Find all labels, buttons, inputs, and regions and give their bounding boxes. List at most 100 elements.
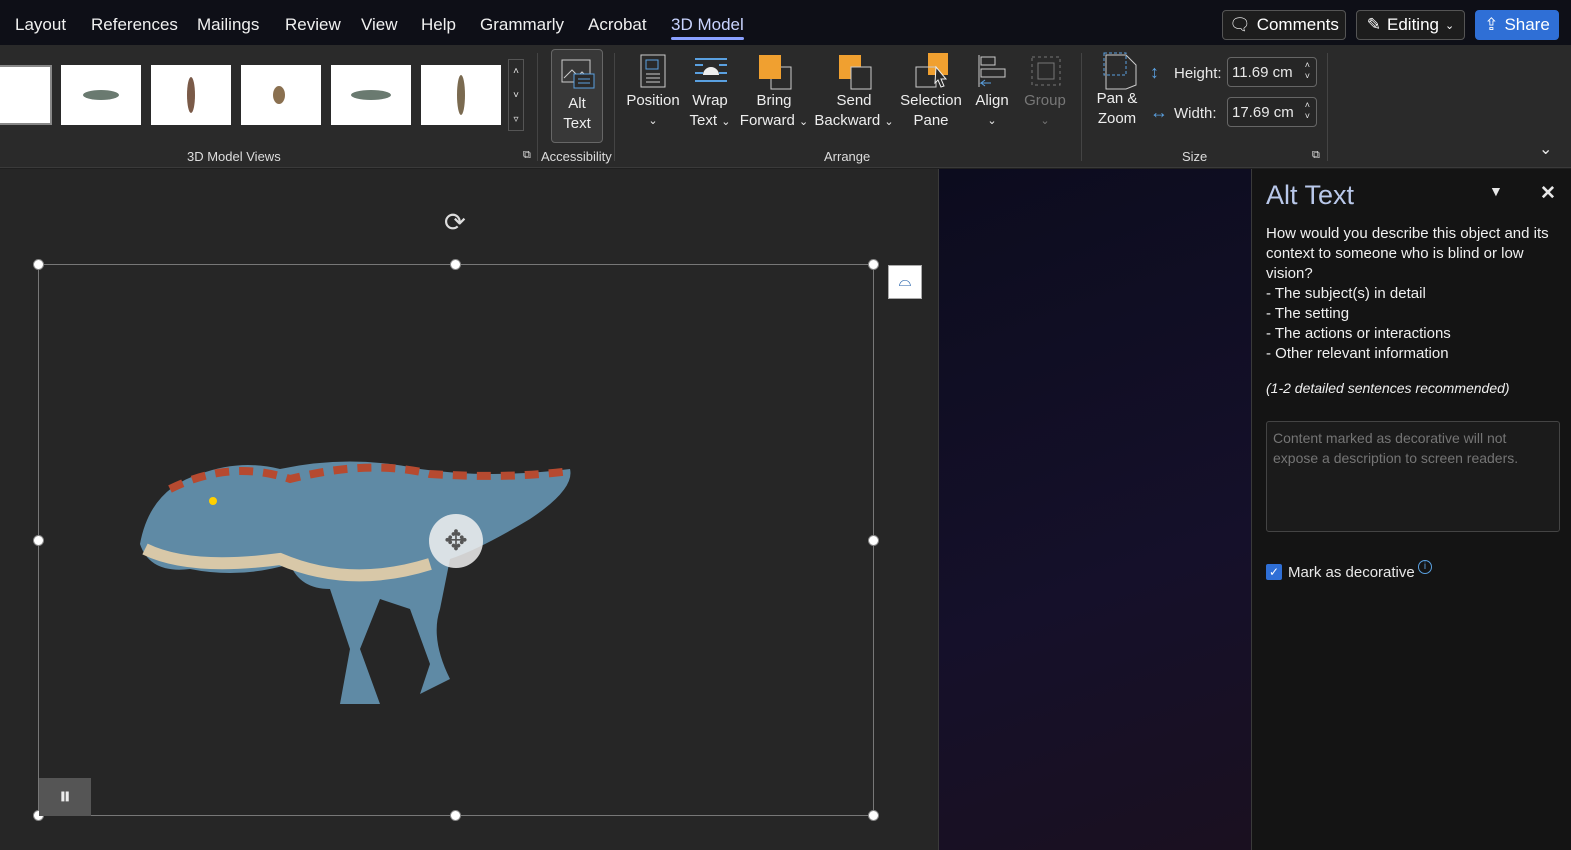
tab-grammarly[interactable]: Grammarly bbox=[480, 15, 564, 35]
tab-acrobat[interactable]: Acrobat bbox=[588, 15, 647, 35]
width-label: Width: bbox=[1174, 105, 1217, 122]
view-thumbnail[interactable] bbox=[151, 65, 231, 125]
gallery-scroll[interactable]: ˄ ˅ ▿ bbox=[508, 59, 524, 131]
pan-zoom-button[interactable]: Pan & Zoom bbox=[1093, 51, 1141, 129]
dialog-launcher-icon[interactable]: ⧉ bbox=[523, 149, 531, 162]
tab-review[interactable]: Review bbox=[285, 15, 341, 35]
chevron-down-icon: ⌄ bbox=[884, 116, 894, 128]
t-rex-3d-model bbox=[140, 461, 571, 704]
bring-forward-icon bbox=[757, 53, 792, 90]
tab-help[interactable]: Help bbox=[421, 15, 456, 35]
chevron-down-icon: ⌄ bbox=[721, 116, 731, 128]
3d-rotate-control-icon[interactable]: ✥ bbox=[429, 514, 483, 568]
group-label: Group bbox=[1024, 92, 1066, 109]
view-thumbnail[interactable] bbox=[61, 65, 141, 125]
group-icon bbox=[1028, 53, 1062, 89]
alt-text-input[interactable] bbox=[1266, 421, 1560, 532]
layout-options-icon[interactable]: ⌓ bbox=[888, 265, 922, 299]
view-thumbnail[interactable] bbox=[0, 65, 52, 125]
editing-label: Editing bbox=[1387, 15, 1439, 34]
width-icon: ↔ bbox=[1150, 102, 1168, 122]
group-button[interactable]: Group ⌄ bbox=[1022, 53, 1068, 131]
send-backward-button[interactable]: Send Backward ⌄ bbox=[814, 53, 894, 132]
group-label-arrange: Arrange bbox=[824, 149, 871, 164]
resize-handle[interactable] bbox=[868, 810, 879, 821]
height-input[interactable]: 11.69 cm ˄ ˅ bbox=[1227, 57, 1317, 87]
resize-handle[interactable] bbox=[33, 259, 44, 270]
chevron-down-icon: ⌄ bbox=[1040, 115, 1050, 127]
chevron-down-icon: ⌄ bbox=[987, 115, 997, 127]
pane-options-dropdown-icon[interactable]: ▼ bbox=[1489, 183, 1503, 199]
dialog-launcher-icon[interactable]: ⧉ bbox=[1312, 149, 1320, 162]
pane-question: How would you describe this object and i… bbox=[1266, 225, 1549, 282]
tab-references[interactable]: References bbox=[91, 15, 178, 35]
bring-label-2: Forward bbox=[739, 112, 795, 129]
resize-handle[interactable] bbox=[868, 535, 879, 546]
chevron-down-icon: ⌄ bbox=[798, 116, 809, 128]
send-label-2: Backward bbox=[814, 112, 881, 129]
pane-hint: (1-2 detailed sentences recommended) bbox=[1266, 380, 1510, 396]
height-value: 11.69 cm bbox=[1232, 64, 1293, 81]
selection-label: Selection bbox=[900, 92, 962, 109]
mark-decorative-label[interactable]: Mark as decorative bbox=[1288, 564, 1415, 581]
tab-view[interactable]: View bbox=[361, 15, 398, 35]
width-input[interactable]: 17.69 cm ˄ ˅ bbox=[1227, 97, 1317, 127]
selection-pane-icon bbox=[914, 53, 948, 89]
ribbon: ˄ ˅ ▿ 3D Model Views ⧉ Alt Text Accessibili… bbox=[0, 45, 1571, 168]
tab-mailings[interactable]: Mailings bbox=[197, 15, 259, 35]
share-label: Share bbox=[1504, 15, 1550, 34]
position-label: Position bbox=[626, 92, 680, 109]
tab-3d-model[interactable]: 3D Model bbox=[671, 15, 744, 40]
bring-forward-button[interactable]: Bring Forward ⌄ bbox=[738, 53, 810, 132]
editing-button[interactable]: ✎ Editing ⌄ bbox=[1356, 10, 1465, 40]
pane-bullets: - The subject(s) in detail - The setting… bbox=[1266, 284, 1451, 364]
position-icon bbox=[636, 53, 670, 89]
wrap-label-2: Text bbox=[689, 112, 718, 129]
group-label-3d-model-views: 3D Model Views bbox=[187, 149, 281, 164]
menu-bar: Layout References Mailings Review View H… bbox=[0, 0, 1571, 45]
pan-zoom-icon bbox=[1100, 51, 1137, 90]
spinner-icon[interactable]: ˄ ˅ bbox=[1305, 60, 1310, 82]
chevron-down-icon: ⌄ bbox=[1445, 19, 1455, 32]
send-label: Send bbox=[836, 92, 872, 109]
bullet-item: - Other relevant information bbox=[1266, 345, 1449, 362]
group-label-size: Size bbox=[1182, 149, 1208, 164]
collapse-ribbon-icon[interactable]: ⌄ bbox=[1539, 139, 1552, 159]
resize-handle[interactable] bbox=[450, 810, 461, 821]
selection-label-2: Pane bbox=[913, 112, 949, 129]
alt-text-icon bbox=[560, 56, 595, 92]
height-icon: ↕ bbox=[1150, 62, 1159, 82]
view-thumbnail[interactable] bbox=[241, 65, 321, 125]
align-button[interactable]: Align ⌄ bbox=[970, 53, 1014, 131]
alt-text-button[interactable]: Alt Text bbox=[551, 49, 603, 143]
view-thumbnail[interactable] bbox=[421, 65, 501, 125]
info-icon[interactable]: i bbox=[1418, 560, 1432, 574]
view-thumbnail[interactable] bbox=[331, 65, 411, 125]
close-icon[interactable]: ✕ bbox=[1540, 182, 1556, 205]
tab-layout[interactable]: Layout bbox=[15, 15, 66, 35]
align-label: Align bbox=[975, 92, 1009, 109]
pause-animation-button[interactable]: ⏸ bbox=[39, 778, 91, 816]
comments-button[interactable]: 🗨 Comments bbox=[1222, 10, 1346, 40]
spinner-icon[interactable]: ˄ ˅ bbox=[1305, 100, 1310, 122]
width-value: 17.69 cm bbox=[1232, 104, 1294, 121]
resize-handle[interactable] bbox=[450, 259, 461, 270]
resize-handle[interactable] bbox=[868, 259, 879, 270]
rotate-handle-icon[interactable]: ⟳ bbox=[444, 207, 466, 238]
pencil-icon: ✎ bbox=[1366, 15, 1382, 34]
pan-label-2: Zoom bbox=[1097, 110, 1137, 127]
document-canvas: ⟳ ✥ ⌓ ⏸ bbox=[0, 169, 938, 850]
group-label-accessibility: Accessibility bbox=[541, 149, 612, 164]
comments-label: Comments bbox=[1256, 15, 1339, 34]
resize-handle[interactable] bbox=[33, 535, 44, 546]
wrap-label: Wrap bbox=[692, 92, 728, 109]
wrap-text-button[interactable]: Wrap Text ⌄ bbox=[688, 53, 732, 132]
mark-decorative-checkbox[interactable]: ✓ bbox=[1266, 564, 1282, 580]
share-button[interactable]: ⇪ Share bbox=[1475, 10, 1559, 40]
bring-label: Bring bbox=[756, 92, 792, 109]
wrap-text-icon bbox=[693, 53, 727, 89]
pane-title: Alt Text bbox=[1266, 180, 1355, 210]
selection-pane-button[interactable]: Selection Pane bbox=[898, 53, 964, 131]
position-button[interactable]: Position ⌄ bbox=[624, 53, 682, 131]
alt-text-label-2: Text bbox=[563, 115, 591, 132]
